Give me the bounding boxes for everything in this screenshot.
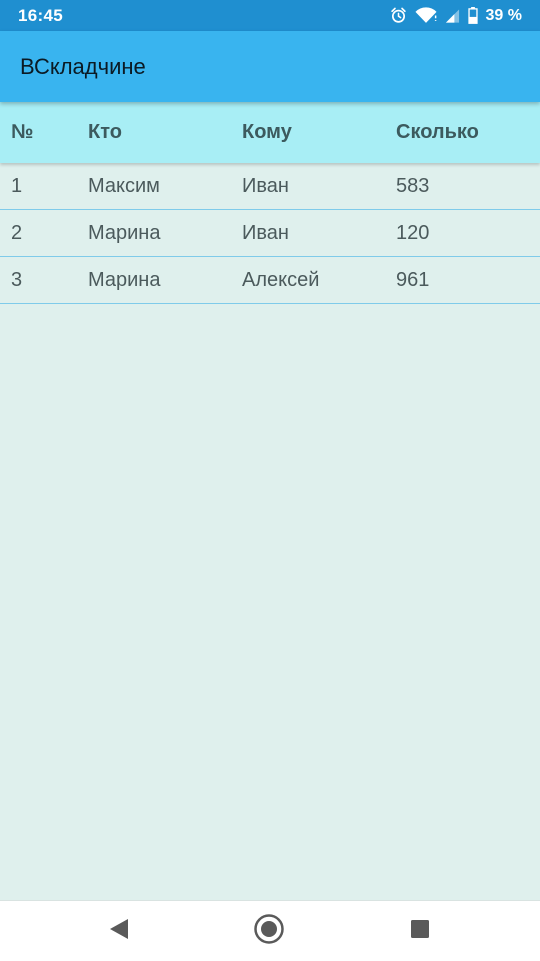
recents-button[interactable] bbox=[390, 901, 450, 961]
table-body: 1 Максим Иван 583 2 Марина Иван 120 3 Ма… bbox=[0, 163, 540, 304]
cell-amount: 583 bbox=[396, 174, 430, 197]
table-header: № Кто Кому Сколько bbox=[0, 102, 540, 163]
cell-who: Марина bbox=[88, 268, 161, 291]
status-icons: 39 % bbox=[390, 7, 522, 25]
cell-number: 2 bbox=[11, 221, 23, 244]
table-row[interactable]: 1 Максим Иван 583 bbox=[0, 163, 540, 210]
cell-to-whom: Иван bbox=[242, 221, 289, 244]
recents-icon bbox=[410, 919, 430, 944]
home-icon bbox=[253, 913, 285, 950]
app-bar: ВСкладчине bbox=[0, 31, 540, 102]
wifi-icon bbox=[414, 7, 437, 24]
home-button[interactable] bbox=[239, 901, 299, 961]
cell-amount: 120 bbox=[396, 221, 430, 244]
back-button[interactable] bbox=[89, 901, 149, 961]
alarm-icon bbox=[390, 7, 407, 24]
cell-number: 3 bbox=[11, 268, 23, 291]
battery-icon bbox=[467, 7, 478, 24]
cell-who: Марина bbox=[88, 221, 161, 244]
app-title: ВСкладчине bbox=[20, 53, 146, 79]
status-bar: 16:45 39 % bbox=[0, 0, 540, 31]
header-to-whom: Кому bbox=[242, 121, 292, 143]
back-icon bbox=[108, 918, 130, 945]
signal-icon bbox=[445, 8, 460, 24]
status-time: 16:45 bbox=[18, 5, 63, 25]
header-who: Кто bbox=[88, 121, 122, 143]
cell-number: 1 bbox=[11, 174, 23, 197]
cell-to-whom: Алексей bbox=[242, 268, 320, 291]
cell-to-whom: Иван bbox=[242, 174, 289, 197]
battery-percentage: 39 % bbox=[485, 6, 522, 24]
header-number: № bbox=[11, 121, 34, 143]
cell-amount: 961 bbox=[396, 268, 430, 291]
cell-who: Максим bbox=[88, 174, 160, 197]
navigation-bar bbox=[0, 900, 540, 961]
table-row[interactable]: 3 Марина Алексей 961 bbox=[0, 257, 540, 304]
table-row[interactable]: 2 Марина Иван 120 bbox=[0, 210, 540, 257]
header-amount: Сколько bbox=[396, 121, 479, 143]
